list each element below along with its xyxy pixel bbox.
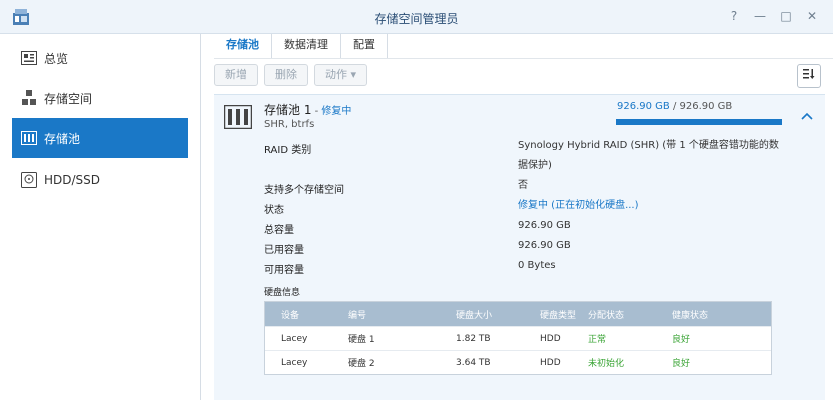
- disk-table: 设备 编号 硬盘大小 硬盘类型 分配状态 健康状态 Lacey 硬盘 1 1.8…: [264, 301, 772, 375]
- prop-label-status: 状态: [264, 205, 284, 216]
- cell-number: 硬盘 1: [348, 335, 375, 345]
- prop-label-raid-type: RAID 类别: [264, 145, 312, 156]
- pool-used: 926.90 GB: [617, 101, 670, 112]
- cell-device: Lacey: [281, 357, 308, 368]
- pool-usage-text: 926.90 GB / 926.90 GB: [617, 101, 732, 112]
- sidebar-item-storage-space[interactable]: 存储空间: [12, 78, 188, 118]
- prop-value-status[interactable]: 修复中 (正在初始化硬盘...): [518, 196, 788, 216]
- storage-space-icon: [20, 89, 38, 107]
- prop-value-used-capacity: 926.90 GB: [518, 240, 571, 251]
- new-button[interactable]: 新增: [214, 64, 258, 86]
- title-bar: 存储空间管理员 ? — □ ✕: [0, 0, 833, 34]
- tab-divider: [214, 58, 833, 59]
- pool-title: 存储池 1 - 修复中: [264, 101, 351, 118]
- prop-value-total-capacity: 926.90 GB: [518, 220, 571, 231]
- cell-allocation-status: 未初始化: [588, 359, 625, 369]
- column-header[interactable]: 编号: [348, 308, 456, 321]
- column-header[interactable]: 硬盘类型: [540, 308, 588, 321]
- cell-type: HDD: [540, 333, 561, 344]
- cell-number: 硬盘 2: [348, 359, 375, 369]
- cell-size: 3.64 TB: [456, 357, 491, 368]
- cell-type: HDD: [540, 357, 561, 368]
- disk-info-title: 硬盘信息: [264, 288, 301, 298]
- sidebar-item-label: 存储空间: [44, 91, 93, 106]
- tab-bar: 存储池 数据清理 配置: [214, 34, 388, 58]
- table-header: 设备 编号 硬盘大小 硬盘类型 分配状态 健康状态: [265, 302, 771, 326]
- sort-button[interactable]: [797, 64, 821, 88]
- cell-size: 1.82 TB: [456, 333, 491, 344]
- sidebar-item-label: HDD/SSD: [44, 173, 101, 187]
- pool-status: 修复中: [321, 106, 352, 117]
- column-header[interactable]: 分配状态: [588, 308, 672, 321]
- prop-value-multi-volume: 否: [518, 180, 528, 191]
- table-row[interactable]: Lacey 硬盘 2 3.64 TB HDD 未初始化 良好: [265, 350, 771, 374]
- prop-value-raid-type: Synology Hybrid RAID (SHR) (带 1 个硬盘容错功能的…: [518, 140, 779, 171]
- main-panel: 存储池 数据清理 配置 新增 删除 动作 ▾ 存储池 1 - 修复中 SHR, …: [202, 34, 833, 400]
- sidebar-item-hdd-ssd[interactable]: HDD/SSD: [12, 160, 188, 200]
- chevron-up-icon: [801, 112, 813, 120]
- sort-icon: [803, 69, 815, 83]
- table-row[interactable]: Lacey 硬盘 1 1.82 TB HDD 正常 良好: [265, 326, 771, 350]
- close-button[interactable]: ✕: [805, 9, 819, 23]
- overview-icon: [20, 49, 38, 67]
- sidebar-item-label: 存储池: [44, 131, 81, 146]
- cell-health-status: 良好: [672, 335, 691, 345]
- pool-status-separator: -: [311, 106, 322, 117]
- storage-pool-large-icon: [224, 105, 252, 129]
- sidebar-item-overview[interactable]: 总览: [12, 38, 188, 78]
- cell-health-status: 良好: [672, 359, 691, 369]
- delete-button[interactable]: 删除: [264, 64, 308, 86]
- sidebar: 总览 存储空间 存储池 HDD/SSD: [0, 34, 201, 400]
- action-dropdown-button[interactable]: 动作 ▾: [314, 64, 368, 86]
- storage-pool-icon: [20, 129, 38, 147]
- cell-device: Lacey: [281, 333, 308, 344]
- pool-total: 926.90 GB: [679, 101, 733, 112]
- prop-label-multi-volume: 支持多个存储空间: [264, 185, 344, 196]
- window-title: 存储空间管理员: [374, 12, 459, 26]
- pool-usage-fill: [616, 119, 782, 125]
- maximize-button[interactable]: □: [779, 9, 793, 23]
- column-header[interactable]: 硬盘大小: [456, 308, 540, 321]
- column-header[interactable]: 健康状态: [672, 308, 752, 321]
- pool-usage-separator: /: [669, 101, 680, 112]
- prop-label-used-capacity: 已用容量: [264, 245, 304, 256]
- prop-label-total-capacity: 总容量: [264, 225, 294, 236]
- pool-usage-bar: [616, 119, 782, 125]
- toolbar: 新增 删除 动作 ▾: [214, 64, 368, 88]
- collapse-button[interactable]: [800, 109, 814, 123]
- sidebar-item-label: 总览: [44, 51, 69, 66]
- prop-label-available-capacity: 可用容量: [264, 265, 304, 276]
- cell-allocation-status: 正常: [588, 335, 607, 345]
- column-header[interactable]: 设备: [265, 308, 348, 321]
- pool-name: 存储池 1: [264, 103, 312, 117]
- prop-value-available-capacity: 0 Bytes: [518, 260, 556, 271]
- tab-data-scrubbing[interactable]: 数据清理: [272, 34, 341, 58]
- minimize-button[interactable]: —: [753, 9, 767, 23]
- help-button[interactable]: ?: [727, 9, 741, 23]
- tab-storage-pool[interactable]: 存储池: [214, 34, 272, 58]
- hdd-icon: [20, 171, 38, 189]
- sidebar-item-storage-pool[interactable]: 存储池: [12, 118, 188, 158]
- storage-pool-panel: 存储池 1 - 修复中 SHR, btrfs 926.90 GB / 926.9…: [214, 94, 825, 400]
- tab-settings[interactable]: 配置: [341, 34, 388, 58]
- pool-subtitle: SHR, btrfs: [264, 119, 315, 130]
